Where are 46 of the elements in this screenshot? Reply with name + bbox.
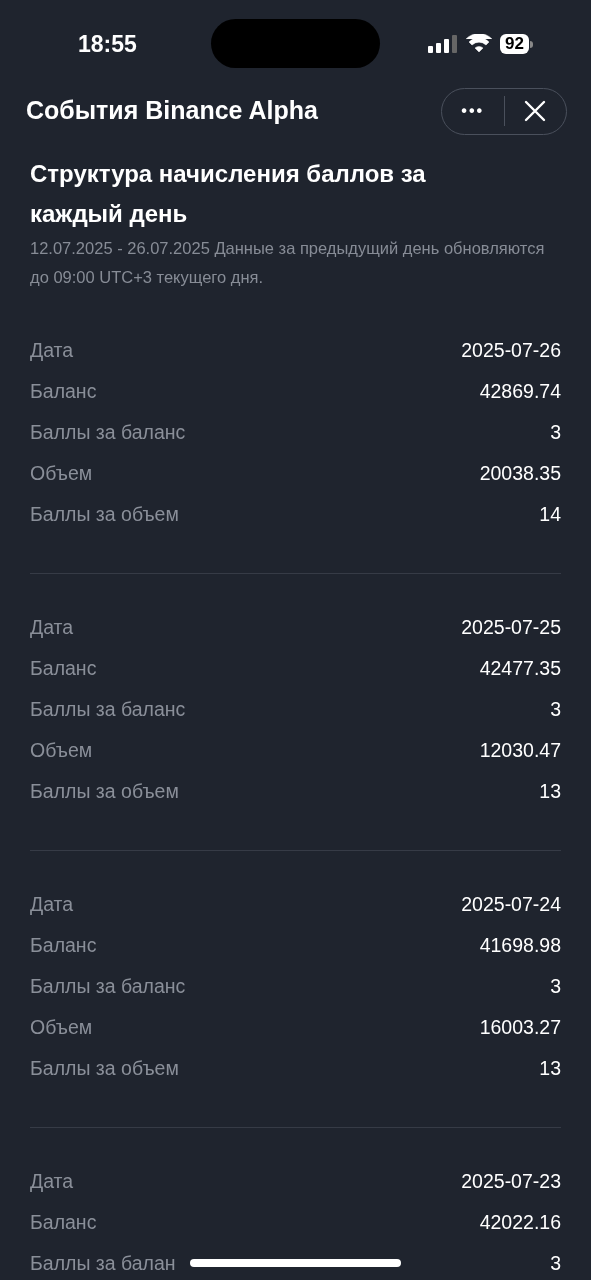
signal-icon <box>428 34 459 54</box>
row-value: 14 <box>539 501 561 527</box>
row-label: Объем <box>30 737 93 763</box>
row-value: 2025-07-26 <box>461 337 561 363</box>
section-title: Структура начисления баллов за каждый день <box>30 159 427 229</box>
section-subtitle: 12.07.2025 - 26.07.2025 Данные за предыдущий день обновляются до 09:00 UTC+3 текущего дня. <box>30 238 546 288</box>
row-value: 20038.35 <box>479 460 561 486</box>
row-label: Баллы за объем <box>30 501 179 527</box>
row-value: 42022.16 <box>479 1209 561 1235</box>
close-icon <box>524 100 547 122</box>
row-value: 3 <box>550 973 561 999</box>
row-label: Баллы за баланс <box>30 973 186 999</box>
row-label: Дата <box>30 891 74 917</box>
row-value: 2025-07-24 <box>461 891 561 917</box>
row-value: 3 <box>550 419 561 445</box>
row-value: 41698.98 <box>479 932 561 958</box>
battery-level: 92 <box>500 34 529 54</box>
row-value: 42477.35 <box>479 655 561 681</box>
row-value: 3 <box>550 696 561 722</box>
row-value: 16003.27 <box>479 1014 561 1040</box>
row-value: 12030.47 <box>479 737 561 763</box>
row-label: Баланс <box>30 1209 97 1235</box>
more-button[interactable]: ••• <box>442 99 504 123</box>
row-value: 3 <box>550 1250 561 1276</box>
row-label: Объем <box>30 460 93 486</box>
row-value: 2025-07-23 <box>461 1168 561 1194</box>
row-value: 2025-07-25 <box>461 614 561 640</box>
battery-cap-icon <box>530 40 533 48</box>
wifi-icon <box>466 34 493 54</box>
row-value: 42869.74 <box>479 378 561 404</box>
row-value: 13 <box>539 1055 561 1081</box>
row-label: Баллы за баланс <box>30 696 186 722</box>
row-label: Баллы за баланс <box>30 419 186 445</box>
row-label: Баланс <box>30 655 97 681</box>
row-label: Баллы за объем <box>30 778 179 804</box>
header-title: События Binance Alpha <box>26 95 318 127</box>
status-time: 18:55 <box>78 29 137 59</box>
row-label: Баллы за балан <box>30 1250 176 1276</box>
row-label: Баланс <box>30 378 97 404</box>
row-label: Объем <box>30 1014 93 1040</box>
row-label: Дата <box>30 1168 74 1194</box>
row-value: 13 <box>539 778 561 804</box>
row-label: Баланс <box>30 932 97 958</box>
row-label: Дата <box>30 614 74 640</box>
row-label: Дата <box>30 337 74 363</box>
row-label: Баллы за объем <box>30 1055 179 1081</box>
